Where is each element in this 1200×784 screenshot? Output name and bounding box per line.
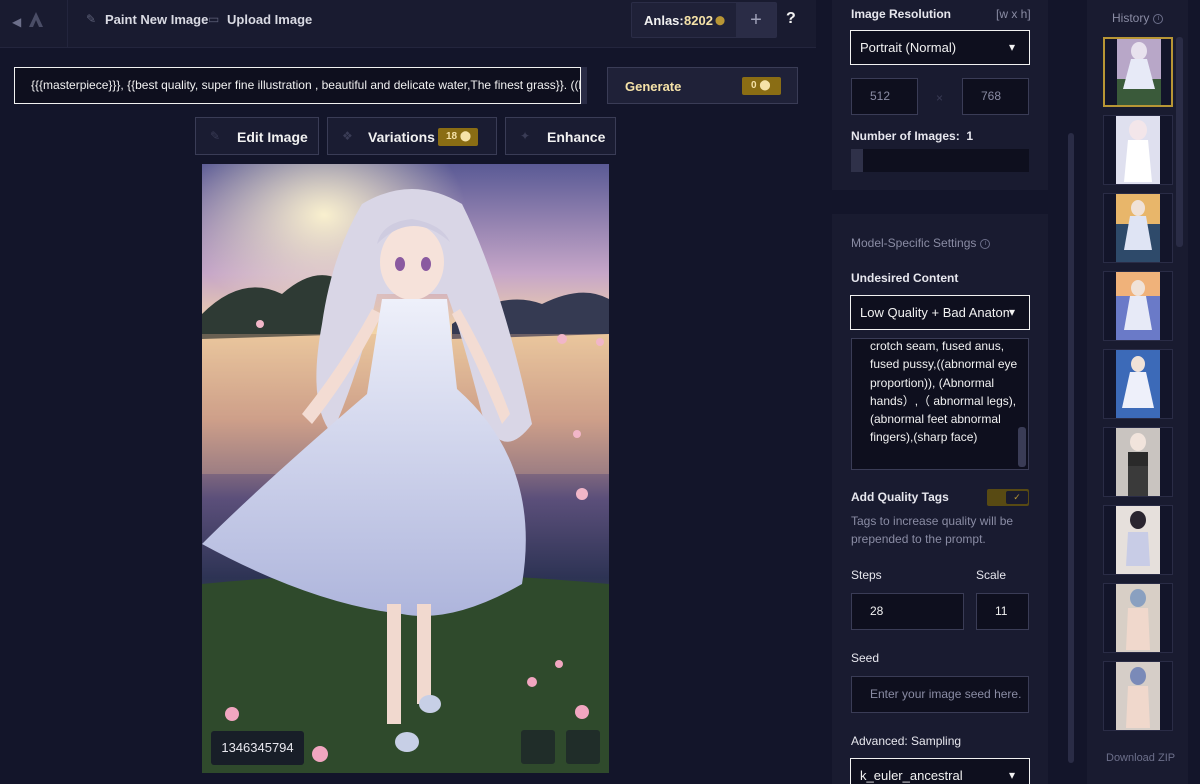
resolution-hint: [w x h] <box>996 7 1031 21</box>
enhance-button[interactable]: ✦ Enhance <box>505 117 616 155</box>
variations-cost-badge: 18 ⬤ <box>438 128 478 146</box>
steps-label: Steps <box>851 568 882 582</box>
sampling-value: k_euler_ancestral <box>860 768 963 783</box>
generated-image[interactable] <box>202 164 609 773</box>
scale-label: Scale <box>976 568 1007 582</box>
num-images-slider-fill <box>851 149 863 172</box>
scale-input[interactable]: 11 <box>976 593 1029 630</box>
image-action-button-2[interactable] <box>566 730 600 764</box>
sampling-select[interactable]: k_euler_ancestral ▾ <box>850 758 1030 784</box>
anlas-coin-icon: ⬤ <box>459 131 472 142</box>
undesired-content-text: crotch seam, fused anus, fused pussy,((a… <box>870 339 1018 445</box>
chevron-down-icon: ▾ <box>1009 40 1016 54</box>
edit-image-button[interactable]: ✎ Edit Image <box>195 117 319 155</box>
undesired-label: Undesired Content <box>851 271 959 285</box>
textarea-scrollbar[interactable] <box>1018 427 1026 467</box>
right-edge <box>1188 0 1200 784</box>
num-images-label: Number of Images: 1 <box>851 129 974 143</box>
resolution-select[interactable]: Portrait (Normal) ▾ <box>850 30 1030 65</box>
variations-icon: ❖ <box>342 129 353 143</box>
paint-new-image-label: Paint New Image <box>105 12 209 27</box>
settings-divider <box>816 0 832 784</box>
edit-icon: ✎ <box>210 129 221 143</box>
model-settings-label: Model-Specific Settings i <box>851 236 991 250</box>
steps-input[interactable]: 28 <box>851 593 964 630</box>
checkmark-icon: ✓ <box>1006 491 1028 504</box>
resolution-value: Portrait (Normal) <box>860 40 957 55</box>
chevron-down-icon: ▾ <box>1009 296 1021 329</box>
history-thumbnail[interactable] <box>1103 349 1173 419</box>
quality-tags-label: Add Quality Tags <box>851 490 949 504</box>
upload-image-label: Upload Image <box>227 12 313 27</box>
generate-cost-badge: 0 ⬤ <box>742 77 781 95</box>
height-input[interactable]: 768 <box>962 78 1029 115</box>
history-scrollbar-thumb[interactable] <box>1176 37 1183 247</box>
section-separator <box>832 190 1048 214</box>
settings-scrollbar[interactable] <box>1065 0 1077 784</box>
history-title: History i <box>1112 11 1164 25</box>
undesired-preset-value: Low Quality + Bad Anatomy <box>860 305 1021 320</box>
enhance-label: Enhance <box>547 129 606 145</box>
anlas-amount: 8202 <box>684 13 713 28</box>
enhance-icon: ✦ <box>520 129 531 143</box>
history-thumbnail[interactable] <box>1103 661 1173 731</box>
info-icon[interactable]: i <box>1153 13 1164 24</box>
quality-tags-toggle[interactable]: ✓ <box>987 489 1029 506</box>
paintbrush-icon: ✎ <box>86 12 97 26</box>
settings-panel: Image Resolution [w x h] Portrait (Norma… <box>832 0 1048 784</box>
undesired-content-textarea[interactable]: crotch seam, fused anus, fused pussy,((a… <box>851 338 1029 470</box>
app-logo-icon[interactable] <box>26 10 46 30</box>
num-images-slider[interactable] <box>851 149 1029 172</box>
history-thumbnail[interactable] <box>1103 115 1173 185</box>
seed-label: Seed <box>851 651 880 665</box>
history-thumbnail[interactable] <box>1103 427 1173 497</box>
history-panel: History i Download ZIP <box>1087 0 1188 784</box>
info-icon[interactable]: i <box>980 238 991 249</box>
upload-icon: ▭ <box>208 12 220 26</box>
settings-scrollbar-thumb[interactable] <box>1068 133 1074 763</box>
add-anlas-button[interactable]: + <box>736 3 776 37</box>
history-thumbnail[interactable] <box>1103 193 1173 263</box>
history-thumbnail[interactable] <box>1103 505 1173 575</box>
history-thumbnail[interactable] <box>1103 583 1173 653</box>
generated-image-art <box>202 164 609 773</box>
anlas-balance: Anlas: 8202 ⬤ + <box>631 2 777 38</box>
anlas-label: Anlas: <box>644 13 684 28</box>
seed-input[interactable]: Enter your image seed here. <box>851 676 1029 713</box>
num-images-value: 1 <box>966 129 974 143</box>
paint-new-image-button[interactable]: ✎ Paint New Image <box>86 12 208 27</box>
image-seed-badge[interactable]: 1346345794 <box>211 731 304 765</box>
logo-area: ◀ <box>0 0 68 48</box>
image-action-button-1[interactable] <box>521 730 555 764</box>
chevron-left-icon[interactable]: ◀ <box>12 15 21 29</box>
top-bar: ◀ ✎ Paint New Image ▭ Upload Image Anlas… <box>0 0 816 48</box>
prompt-resize-handle[interactable] <box>581 67 587 104</box>
prompt-input[interactable]: {{{masterpiece}}}, {{best quality, super… <box>14 67 581 104</box>
anlas-coin-icon: ⬤ <box>715 15 726 25</box>
help-button[interactable]: ? <box>786 10 796 28</box>
download-zip-button[interactable]: Download ZIP <box>1106 752 1175 764</box>
variations-button[interactable]: ❖ Variations 18 ⬤ <box>327 117 497 155</box>
resolution-label: Image Resolution <box>851 7 952 21</box>
width-input[interactable]: 512 <box>851 78 918 115</box>
chevron-down-icon: ▾ <box>1009 768 1016 782</box>
sampling-label: Advanced: Sampling <box>851 734 962 748</box>
generate-button[interactable]: Generate 0 ⬤ <box>607 67 798 104</box>
anlas-coin-icon: ⬤ <box>759 80 771 91</box>
quality-tags-description: Tags to increase quality will be prepend… <box>851 514 1014 546</box>
upload-image-button[interactable]: ▭ Upload Image <box>208 12 312 27</box>
undesired-preset-select[interactable]: Low Quality + Bad Anatomy ▾ <box>850 295 1030 330</box>
history-thumbnail[interactable] <box>1103 37 1173 107</box>
variations-label: Variations <box>368 129 435 145</box>
history-thumbnail[interactable] <box>1103 271 1173 341</box>
edit-image-label: Edit Image <box>237 129 308 145</box>
dimension-separator: × <box>936 91 944 105</box>
generate-label: Generate <box>625 79 682 94</box>
